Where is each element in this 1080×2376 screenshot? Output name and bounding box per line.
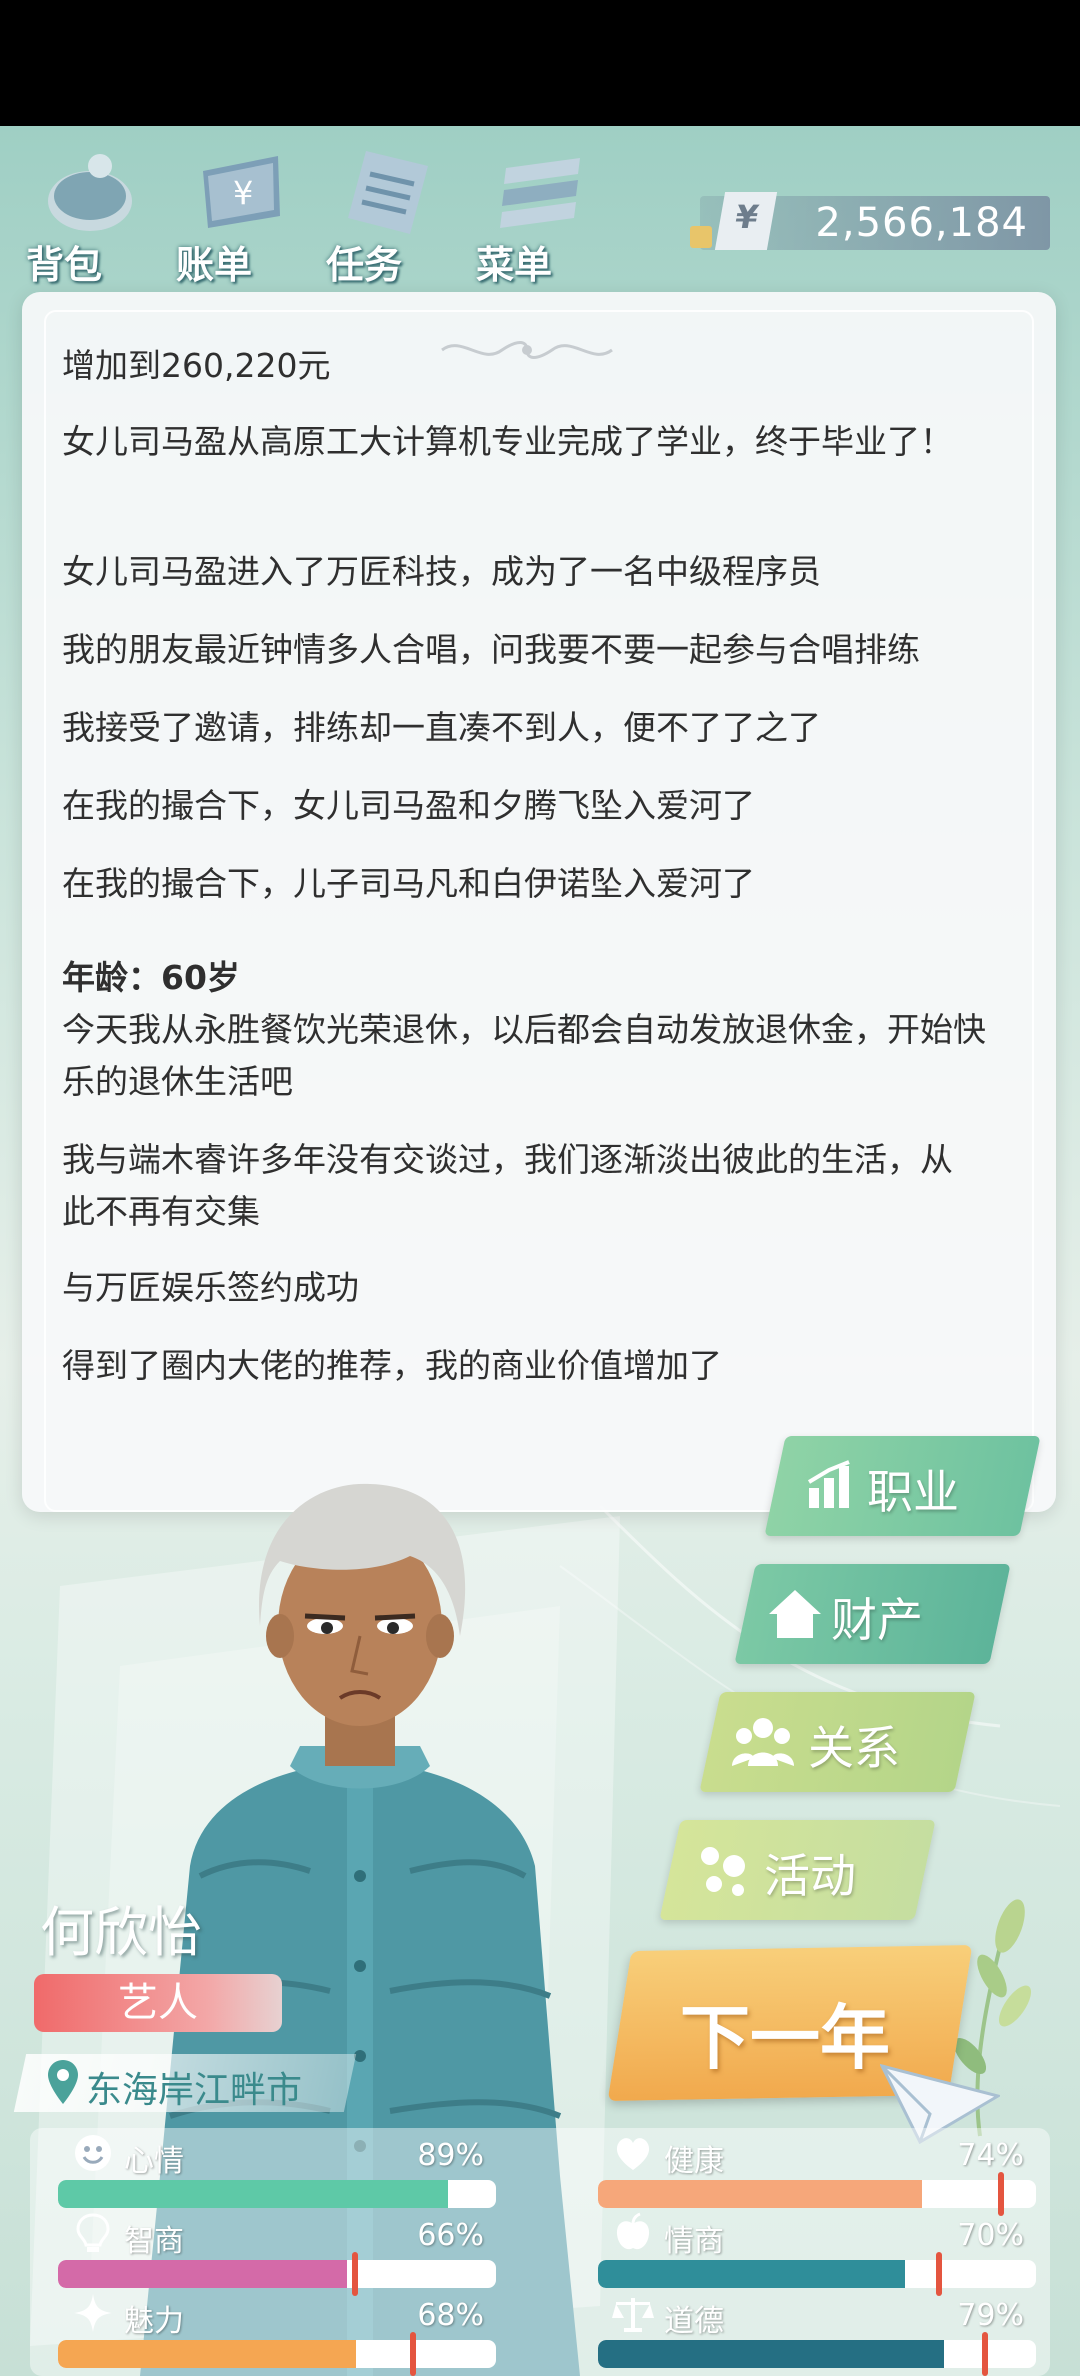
heart-icon	[616, 2138, 650, 2170]
backpack-icon	[48, 154, 132, 231]
age-heading: 年龄：60岁	[62, 958, 240, 997]
people-icon	[732, 1718, 794, 1766]
stat-percent: 79%	[957, 2298, 1024, 2333]
bill-icon: ¥	[203, 156, 280, 228]
task-label: 任务	[326, 243, 403, 287]
location-text: 东海岸江畔市	[86, 2070, 303, 2111]
task-icon	[348, 151, 428, 234]
stat-percent: 68%	[417, 2298, 484, 2333]
apple-icon	[616, 2212, 650, 2250]
log-entry: 今天我从永胜餐饮光荣退休，以后都会自动发放退休金，开始快乐的退休生活吧	[62, 1010, 986, 1101]
log-entry: 女儿司马盈进入了万匠科技，成为了一名中级程序员	[62, 552, 821, 591]
stat-name: 情商	[664, 2224, 724, 2259]
stat-name: 健康	[664, 2144, 724, 2179]
smile-icon	[75, 2135, 111, 2171]
backpack-button[interactable]: 背包	[18, 136, 148, 287]
menu-icon	[500, 158, 580, 228]
property-button[interactable]: 财产	[734, 1564, 1011, 1664]
log-entry: 女儿司马盈从高原工大计算机专业完成了学业，终于毕业了！	[62, 422, 953, 461]
property-label: 财产	[831, 1593, 923, 1647]
stat-eq: 情商 70%	[598, 2212, 1038, 2296]
career-label: 职业	[867, 1465, 959, 1519]
menu-label: 菜单	[476, 243, 553, 287]
stat-percent: 74%	[957, 2138, 1024, 2173]
stat-mood: 心情 89%	[58, 2132, 498, 2212]
bill-label: 账单	[176, 243, 253, 287]
dots-icon	[701, 1847, 745, 1896]
log-entry: 在我的撮合下，儿子司马凡和白伊诺坠入爱河了	[62, 864, 755, 903]
coin-icon	[690, 226, 712, 248]
location-pin-icon	[48, 2060, 78, 2104]
activity-label: 活动	[764, 1849, 856, 1903]
task-button[interactable]: 任务	[318, 136, 448, 287]
relationship-button[interactable]: 关系	[699, 1692, 976, 1792]
backpack-label: 背包	[26, 243, 103, 287]
stat-charm: 魅力 68%	[58, 2292, 498, 2376]
game-screen: 背包 ¥ 账单 任务 菜单 ¥ 2,566,184 增加到260,220元 女儿…	[0, 126, 1080, 2376]
relationship-label: 关系	[808, 1721, 900, 1775]
log-entry: 我与端木睿许多年没有交谈过，我们逐渐淡出彼此的生活，从此不再有交集	[62, 1140, 953, 1231]
log-entry: 我接受了邀请，排练却一直凑不到人，便不了了之了	[62, 708, 821, 747]
stat-percent: 89%	[417, 2138, 484, 2173]
bulb-icon	[76, 2213, 110, 2252]
stat-iq: 智商 66%	[58, 2212, 498, 2296]
stat-name: 道德	[664, 2304, 724, 2339]
next-year-label: 下一年	[680, 1997, 890, 2079]
chart-icon	[807, 1460, 850, 1508]
stat-name: 心情	[124, 2144, 184, 2179]
stat-health: 健康 74%	[598, 2132, 1038, 2216]
sparkle-icon	[74, 2294, 112, 2332]
job-badge: 艺人	[34, 1974, 282, 2032]
log-entry: 在我的撮合下，女儿司马盈和夕腾飞坠入爱河了	[62, 786, 755, 825]
stat-morality: 道德 79%	[598, 2292, 1038, 2376]
log-entry: 我的朋友最近钟情多人合唱，问我要不要一起参与合唱排练	[62, 630, 920, 669]
bill-button[interactable]: ¥ 账单	[168, 136, 298, 287]
stat-name: 智商	[124, 2224, 184, 2259]
career-button[interactable]: 职业	[764, 1436, 1041, 1536]
stat-percent: 70%	[957, 2218, 1024, 2253]
log-entry: 得到了圈内大佬的推荐，我的商业价值增加了	[62, 1346, 722, 1385]
scale-icon	[612, 2298, 654, 2332]
money-display: ¥ 2,566,184	[690, 192, 1050, 250]
log-entry: 与万匠娱乐签约成功	[62, 1268, 359, 1307]
event-log-frame	[44, 310, 1034, 1512]
stat-percent: 66%	[417, 2218, 484, 2253]
character-name: 何欣怡	[40, 1901, 202, 1964]
money-amount: 2,566,184	[815, 200, 1028, 246]
house-icon	[769, 1590, 821, 1638]
log-entry: 增加到260,220元	[62, 346, 331, 385]
yen-icon: ¥	[714, 192, 778, 250]
svg-text:¥: ¥	[233, 174, 253, 212]
activity-button[interactable]: 活动	[659, 1820, 936, 1920]
stat-name: 魅力	[124, 2304, 184, 2339]
menu-button[interactable]: 菜单	[468, 136, 598, 287]
